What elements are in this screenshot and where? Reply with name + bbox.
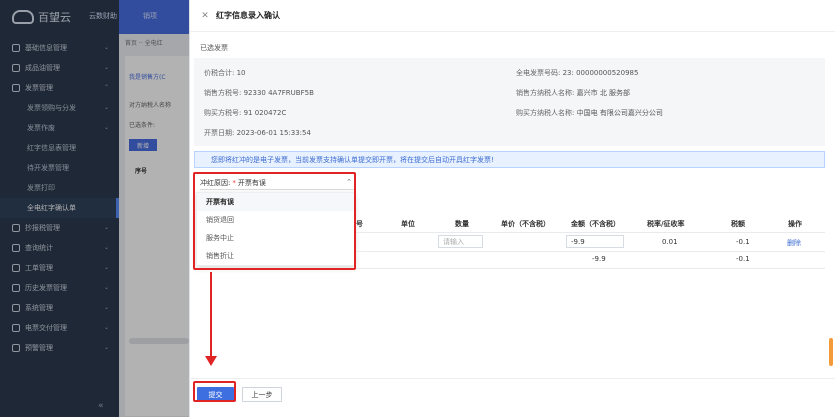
table-header-unit-price: 单价（不含税） bbox=[501, 220, 550, 228]
previous-step-button[interactable]: 上一步 bbox=[242, 387, 282, 402]
info-invoice-no: 全电发票号码: 23: 00000000520985 bbox=[516, 68, 638, 78]
info-value: 中国电 有限公司嘉兴分公司 bbox=[576, 109, 663, 117]
table-header-tax-rate: 税率/征收率 bbox=[647, 220, 685, 228]
table-divider bbox=[355, 268, 825, 269]
info-label: 销售方纳税人名称: bbox=[516, 89, 575, 97]
table-header-tax: 税额 bbox=[731, 220, 745, 228]
drawer-header: ✕ 红字信息录入确认 bbox=[190, 0, 835, 32]
annotation-arrow-shaft bbox=[210, 272, 212, 358]
table-header-quantity: 数量 bbox=[455, 220, 469, 228]
modal-overlay[interactable] bbox=[0, 0, 189, 417]
annotation-arrow-head bbox=[205, 356, 217, 366]
info-label: 全电发票号码: bbox=[516, 69, 561, 77]
notice-banner: 您即将红冲的是电子发票，当前发票支持确认单提交即开票，将在提交后自动开具红字发票… bbox=[194, 151, 825, 168]
table-header-amount: 金额（不含税） bbox=[571, 220, 620, 228]
table-divider bbox=[355, 232, 825, 233]
info-buyer-tax: 购买方税号: 91 020472C bbox=[204, 108, 286, 118]
info-label: 价税合计: bbox=[204, 69, 235, 77]
info-seller-tax: 销售方税号: 92330 4A7FRUBF5B bbox=[204, 88, 314, 98]
info-label: 开票日期: bbox=[204, 129, 235, 137]
info-value: 23: 00000000520985 bbox=[562, 69, 639, 77]
highlight-reason-box bbox=[193, 172, 356, 270]
info-value: 91 020472C bbox=[243, 109, 287, 117]
info-value: 2023-06-01 15:33:54 bbox=[236, 129, 311, 137]
table-divider bbox=[355, 251, 825, 252]
drawer-footer: 提交 上一步 bbox=[189, 378, 835, 417]
app-root: 百望云 基础信息管理 ⌄ 成品油管理 ⌄ 发票管理 ⌃ 发票领购与分发 ⌄ 发票… bbox=[0, 0, 835, 417]
info-total: 价税合计: 10 bbox=[204, 68, 246, 78]
info-buyer-name: 购买方纳税人名称: 中国电 有限公司嘉兴分公司 bbox=[516, 108, 663, 118]
tax-cell: -0.1 bbox=[736, 238, 750, 246]
info-label: 购买方税号: bbox=[204, 109, 242, 117]
info-value: 10 bbox=[236, 69, 246, 77]
delete-link[interactable]: 删除 bbox=[787, 238, 801, 248]
info-label: 销售方税号: bbox=[204, 89, 242, 97]
info-value: 92330 4A7FRUBF5B bbox=[243, 89, 314, 97]
info-seller-name: 销售方纳税人名称: 嘉兴市 北 服务部 bbox=[516, 88, 630, 98]
info-date: 开票日期: 2023-06-01 15:33:54 bbox=[204, 128, 311, 138]
info-value: 嘉兴市 北 服务部 bbox=[576, 89, 631, 97]
section-selected-invoice: 已选发票 bbox=[200, 44, 228, 52]
total-tax: -0.1 bbox=[736, 255, 750, 263]
amount-input[interactable]: -9.9 bbox=[566, 235, 624, 248]
tax-rate-cell: 0.01 bbox=[662, 238, 678, 246]
info-label: 购买方纳税人名称: bbox=[516, 109, 575, 117]
quantity-input[interactable]: 请输入 bbox=[438, 235, 483, 248]
table-header-name: 号 bbox=[356, 220, 363, 228]
floating-help-tab[interactable] bbox=[829, 338, 833, 366]
table-header-unit: 单位 bbox=[401, 220, 415, 228]
highlight-submit-box bbox=[193, 381, 236, 402]
invoice-info-panel: 价税合计: 10 全电发票号码: 23: 00000000520985 销售方税… bbox=[194, 58, 825, 146]
close-icon[interactable]: ✕ bbox=[200, 11, 210, 21]
table-header-action: 操作 bbox=[788, 220, 802, 228]
drawer-title: 红字信息录入确认 bbox=[216, 11, 280, 20]
total-amount: -9.9 bbox=[592, 255, 606, 263]
